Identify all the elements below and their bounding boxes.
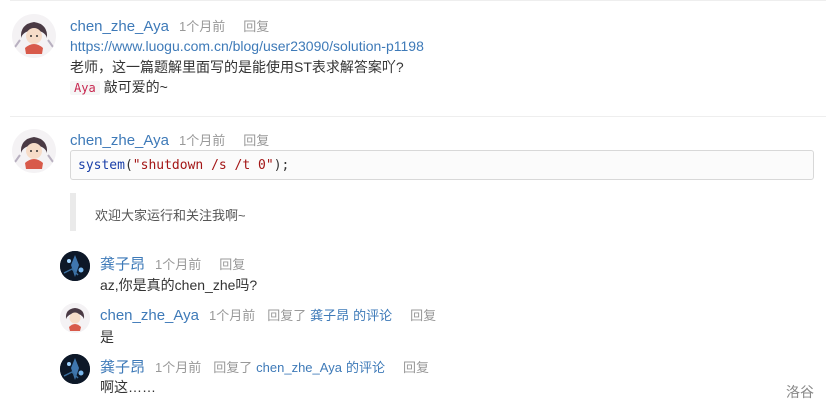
reply-button[interactable]: 回复 (219, 257, 245, 272)
author-name[interactable]: chen_zhe_Aya (70, 132, 169, 149)
reply-text: az,你是真的chen_zhe吗? (100, 277, 258, 293)
inline-code-tag: Aya (70, 81, 100, 95)
replied-to-label: 回复了 (267, 308, 307, 323)
anime-girl-avatar-icon[interactable] (60, 303, 90, 333)
dark-scenery-avatar-icon[interactable] (60, 251, 90, 281)
reply-button[interactable]: 回复 (243, 133, 269, 148)
replied-to-suffix[interactable]: 的评论 (346, 360, 385, 375)
comment-tag-line: Aya 敲可爱的~ (70, 77, 168, 97)
comment-time: 1个月前 (178, 19, 226, 34)
reply-meta: 龚子昂 1个月前 回复 (100, 253, 245, 274)
reply-time: 1个月前 (208, 308, 256, 323)
replied-to-suffix[interactable]: 的评论 (353, 308, 392, 323)
comment-meta: chen_zhe_Aya 1个月前 回复 (70, 16, 269, 35)
comment-meta: chen_zhe_Aya 1个月前 回复 (70, 130, 269, 149)
reply-button[interactable]: 回复 (243, 19, 269, 34)
comment-2: chen_zhe_Aya 1个月前 回复 system("shutdown /s /… (10, 116, 826, 415)
replied-to-user[interactable]: 龚子昂 (310, 308, 349, 323)
anime-girl-avatar-icon[interactable] (12, 14, 56, 58)
comment-body: 老师，这一篇题解里面写的是能使用ST表求解答案吖? (70, 59, 404, 75)
code-paren-close: ); (273, 158, 290, 173)
code-string: "shutdown /s /t 0" (132, 158, 274, 173)
code-paren-open: ( (124, 158, 133, 173)
code-block: system("shutdown /s /t 0"); (70, 150, 814, 180)
reply-time: 1个月前 (155, 257, 202, 272)
blockquote-bar (70, 193, 76, 231)
reply-text: 啊这…… (100, 379, 156, 395)
reply-meta: 龚子昂 1个月前 回复了 chen_zhe_Aya 的评论 回复 (100, 356, 429, 377)
reply-time: 1个月前 (155, 360, 202, 375)
author-name[interactable]: chen_zhe_Aya (100, 307, 199, 324)
reply-button[interactable]: 回复 (410, 308, 436, 323)
dark-scenery-avatar-icon[interactable] (60, 354, 90, 384)
site-footer-label[interactable]: 洛谷 (786, 382, 814, 402)
replied-to-user[interactable]: chen_zhe_Aya (256, 360, 342, 375)
author-name[interactable]: 龚子昂 (100, 256, 145, 273)
comment-time: 1个月前 (178, 133, 226, 148)
author-name[interactable]: 龚子昂 (100, 359, 145, 376)
author-name[interactable]: chen_zhe_Aya (70, 18, 169, 35)
comment-link: https://www.luogu.com.cn/blog/user23090/… (70, 38, 424, 54)
blockquote-text: 欢迎大家运行和关注我啊~ (95, 208, 246, 223)
reply-text: 是 (100, 329, 114, 345)
tag-text: 敲可爱的~ (103, 79, 168, 95)
code-function: system (78, 158, 125, 173)
anime-girl-avatar-icon[interactable] (12, 129, 56, 173)
replied-to-label: 回复了 (213, 360, 253, 375)
reply-meta: chen_zhe_Aya 1个月前 回复了 龚子昂 的评论 回复 (100, 305, 436, 324)
reply-button[interactable]: 回复 (403, 360, 429, 375)
top-divider (10, 0, 826, 1)
solution-link[interactable]: https://www.luogu.com.cn/blog/user23090/… (70, 38, 424, 54)
